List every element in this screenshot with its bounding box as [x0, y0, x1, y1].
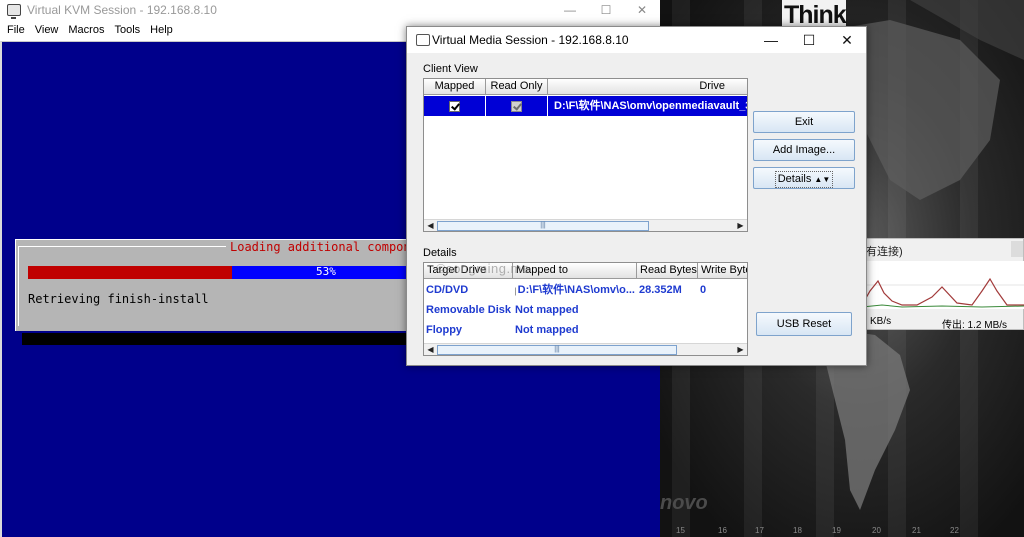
details-label: Details [423, 247, 457, 259]
mapped-to-cell: Not mapped [515, 304, 579, 316]
network-monitor-close-button[interactable] [1011, 241, 1023, 257]
network-traffic-graph [862, 261, 1024, 309]
table-row[interactable]: Removable Disk Not mapped [424, 300, 747, 320]
mapped-checkbox[interactable] [449, 100, 460, 112]
client-view-hscrollbar[interactable]: ◀ ||| ▶ [424, 219, 747, 231]
target-drive-cell: Floppy [426, 324, 463, 336]
details-table: Target Drive Mapped to Read Bytes Write … [423, 262, 748, 356]
close-button[interactable]: ✕ [624, 0, 660, 19]
mapped-path: D:\F\软件\NAS\omv\o... [517, 284, 635, 296]
network-monitor-title: 有连接) [866, 246, 903, 258]
mapped-to-cell: Not mapped [515, 324, 579, 336]
install-progress-bar: 53% [28, 265, 413, 279]
usb-reset-button[interactable]: USB Reset [756, 312, 852, 336]
kvm-window-title: Virtual KVM Session - 192.168.8.10 [27, 2, 217, 17]
timezone-number: 19 [832, 526, 841, 535]
lenovo-watermark: novo [660, 492, 708, 514]
installer-progress-dialog: Loading additional componen 53% Retrievi… [15, 239, 430, 331]
install-progress-fill [28, 266, 233, 279]
virtual-media-window: Virtual Media Session - 192.168.8.10 — ☐… [406, 26, 867, 366]
monitor-icon [7, 3, 21, 19]
menu-help[interactable]: Help [145, 24, 178, 36]
installer-dialog-title: Loading additional componen [226, 240, 430, 254]
table-row[interactable]: Floppy Not mapped [424, 320, 747, 340]
column-header-mapped-to[interactable]: Mapped to [513, 263, 637, 279]
cd-drive-icon [515, 287, 516, 296]
kvm-titlebar[interactable]: Virtual KVM Session - 192.168.8.10 — ☐ ✕ [0, 0, 660, 19]
scroll-left-icon[interactable]: ◀ [424, 344, 437, 355]
minimize-button[interactable]: — [752, 27, 790, 53]
installer-status-text: Retrieving finish-install [28, 292, 209, 306]
timezone-number: 16 [718, 526, 727, 535]
close-button[interactable]: ✕ [828, 27, 866, 53]
scroll-right-icon[interactable]: ▶ [734, 220, 747, 231]
read-bytes-cell [637, 320, 698, 340]
details-text: Details [777, 173, 812, 185]
details-hscrollbar[interactable]: ◀ ||| ▶ [424, 343, 747, 355]
scroll-right-icon[interactable]: ▶ [734, 344, 747, 355]
client-view-table: Mapped Read Only Drive D:\F\软件\NAS\omv\o… [423, 78, 748, 232]
mapped-cell [424, 96, 486, 116]
scroll-thumb[interactable]: ||| [437, 345, 677, 355]
client-view-label: Client View [423, 63, 478, 75]
upload-rate: 传出: 1.2 MB/s [942, 320, 1008, 331]
read-bytes-cell [637, 300, 698, 320]
exit-button[interactable]: Exit [753, 111, 855, 133]
write-bytes-cell [698, 300, 747, 320]
table-row[interactable]: CD/DVD D:\F\软件\NAS\omv\o... 28.352M 0 [424, 280, 747, 300]
client-view-header: Mapped Read Only Drive [424, 79, 747, 95]
menu-file[interactable]: File [2, 24, 30, 36]
drive-cell: D:\F\软件\NAS\omv\openmediavault_3.0. [548, 96, 748, 116]
write-bytes-cell: 0 [700, 284, 707, 296]
monitor-icon [416, 34, 430, 46]
network-monitor-widget[interactable]: 有连接) KB/s 传出: 1.2 MB/s [861, 238, 1024, 331]
read-only-cell [486, 96, 548, 116]
drive-path: D:\F\软件\NAS\omv\openmediavault_3.0. [554, 100, 748, 112]
installer-dialog-shadow [22, 333, 422, 345]
column-header-write-bytes[interactable]: Write Byte [698, 263, 747, 279]
maximize-button[interactable]: ☐ [588, 0, 624, 19]
timezone-number: 17 [755, 526, 764, 535]
add-image-button[interactable]: Add Image... [753, 139, 855, 161]
target-drive-cell: Removable Disk [426, 304, 511, 316]
column-header-read-only[interactable]: Read Only [486, 79, 548, 95]
mapped-to-cell: D:\F\软件\NAS\omv\o... [513, 280, 637, 300]
scroll-thumb[interactable]: ||| [437, 221, 649, 231]
table-row[interactable]: D:\F\软件\NAS\omv\openmediavault_3.0. [424, 96, 748, 116]
site-watermark: ©songming.me [436, 261, 530, 276]
target-drive-cell: CD/DVD [426, 284, 469, 296]
installer-dialog-frame [18, 246, 414, 326]
column-header-mapped[interactable]: Mapped [424, 79, 486, 95]
details-button-label: Details ▲▼ [774, 171, 834, 188]
timezone-number: 20 [872, 526, 881, 535]
maximize-button[interactable]: ☐ [790, 27, 828, 53]
timezone-number: 15 [676, 526, 685, 535]
vms-titlebar[interactable]: Virtual Media Session - 192.168.8.10 — ☐… [407, 27, 866, 53]
timezone-number: 22 [950, 526, 959, 535]
minimize-button[interactable]: — [552, 0, 588, 19]
read-only-checkbox[interactable] [511, 100, 522, 112]
menu-tools[interactable]: Tools [109, 24, 145, 36]
menu-view[interactable]: View [30, 24, 64, 36]
column-header-read-bytes[interactable]: Read Bytes [637, 263, 698, 279]
column-header-drive[interactable]: Drive [548, 79, 747, 95]
download-rate: KB/s [870, 316, 892, 327]
read-bytes-cell: 28.352M [639, 284, 682, 296]
vms-window-title: Virtual Media Session - 192.168.8.10 [432, 33, 629, 47]
up-down-icon: ▲▼ [814, 175, 831, 184]
scroll-left-icon[interactable]: ◀ [424, 220, 437, 231]
exit-button-label: Exit [794, 116, 814, 128]
timezone-number: 18 [793, 526, 802, 535]
add-image-button-label: Add Image... [772, 144, 836, 156]
write-bytes-cell [698, 320, 747, 340]
details-button[interactable]: Details ▲▼ [753, 167, 855, 189]
usb-reset-button-label: USB Reset [776, 318, 832, 330]
menu-macros[interactable]: Macros [63, 24, 109, 36]
timezone-number: 21 [912, 526, 921, 535]
install-progress-percent: 53% [316, 265, 336, 278]
